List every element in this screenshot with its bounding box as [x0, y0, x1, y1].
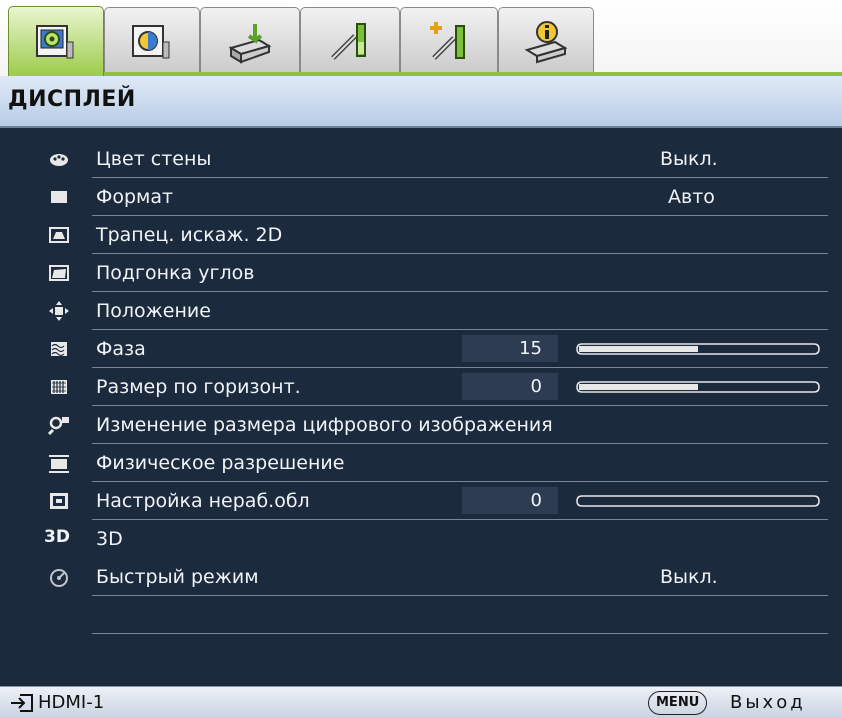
h-size-icon [51, 380, 67, 394]
h-size-slider[interactable] [576, 381, 820, 393]
wall-color-icon [50, 154, 68, 166]
menu-item-label: Фаза [96, 338, 146, 360]
divider [92, 633, 828, 634]
menu-item-label: Физическое разрешение [96, 452, 345, 474]
3d-icon: 3D [44, 527, 70, 547]
menu-header: ДИСПЛЕЙ [0, 76, 842, 128]
menu-item-wall-color[interactable]: Цвет стены Выкл. [0, 140, 842, 178]
menu-item-value: Выкл. [660, 148, 718, 170]
phase-value-box: 15 [462, 335, 558, 362]
tab-source[interactable] [200, 7, 300, 76]
menu-item-keystone-2d[interactable]: Трапец. искаж. 2D [0, 216, 842, 254]
overscan-slider[interactable] [576, 495, 820, 507]
aspect-ratio-icon [51, 191, 67, 203]
phase-slider[interactable] [576, 343, 820, 355]
menu-button-icon[interactable]: MENU [648, 691, 708, 715]
menu-item-label: Подгонка углов [96, 262, 255, 284]
menu-item-3d[interactable]: 3D 3D [0, 520, 842, 558]
menu-item-label: Размер по горизонт. [96, 376, 301, 398]
source-input-icon [228, 24, 272, 64]
menu-item-label: 3D [96, 528, 123, 550]
tab-display[interactable] [8, 6, 104, 76]
tab-picture[interactable] [104, 7, 200, 76]
tab-system-basic[interactable] [300, 7, 400, 76]
keystone-2d-icon [49, 227, 69, 243]
system-setup-advanced-icon [430, 22, 465, 60]
menu-item-native-resolution[interactable]: Физическое разрешение [0, 444, 842, 482]
menu-item-h-size[interactable]: Размер по горизонт. 0 [0, 368, 842, 406]
menu-item-label: Положение [96, 300, 211, 322]
tab-bar [0, 0, 842, 76]
display-settings-icon [36, 24, 74, 58]
h-size-value-box: 0 [462, 373, 558, 400]
menu-item-position[interactable]: Положение [0, 292, 842, 330]
footer-bar: HDMI-1 MENU Выход [0, 686, 842, 718]
menu-list: Цвет стены Выкл. Формат Авто Трапец. иск… [0, 130, 842, 686]
menu-item-label: Изменение размера цифрового изображения [96, 414, 553, 436]
menu-item-phase[interactable]: Фаза 15 [0, 330, 842, 368]
current-source-label: HDMI-1 [38, 692, 105, 713]
menu-empty-row [0, 596, 842, 634]
overscan-value-box: 0 [462, 487, 558, 514]
quick-mode-icon [50, 569, 68, 587]
picture-settings-icon [132, 25, 170, 59]
menu-item-corner-fit[interactable]: Подгонка углов [0, 254, 842, 292]
h-size-slider-fill [579, 384, 698, 390]
phase-slider-fill [579, 346, 698, 352]
position-icon [49, 301, 69, 321]
menu-item-label: Формат [96, 186, 174, 208]
menu-item-label: Настройка нераб.обл [96, 490, 310, 512]
information-icon [524, 21, 568, 64]
menu-item-aspect-ratio[interactable]: Формат Авто [0, 178, 842, 216]
menu-item-label: Быстрый режим [96, 566, 259, 588]
menu-item-quick-mode[interactable]: Быстрый режим Выкл. [0, 558, 842, 596]
system-setup-basic-icon [331, 23, 366, 60]
native-resolution-icon [49, 455, 69, 473]
digital-zoom-icon [48, 416, 69, 435]
menu-item-label: Цвет стены [96, 148, 212, 170]
menu-item-value: Выкл. [660, 566, 718, 588]
menu-item-value: Авто [668, 186, 715, 208]
input-source-icon [11, 694, 33, 712]
corner-fit-icon [49, 265, 69, 281]
menu-item-digital-zoom[interactable]: Изменение размера цифрового изображения [0, 406, 842, 444]
tab-system-advanced[interactable] [400, 7, 498, 76]
menu-item-overscan[interactable]: Настройка нераб.обл 0 [0, 482, 842, 520]
menu-item-label: Трапец. искаж. 2D [96, 224, 283, 246]
overscan-icon [50, 493, 68, 509]
phase-icon [51, 342, 67, 357]
page-title: ДИСПЛЕЙ [8, 87, 136, 112]
tab-information[interactable] [498, 7, 594, 76]
exit-label[interactable]: Выход [730, 692, 806, 713]
